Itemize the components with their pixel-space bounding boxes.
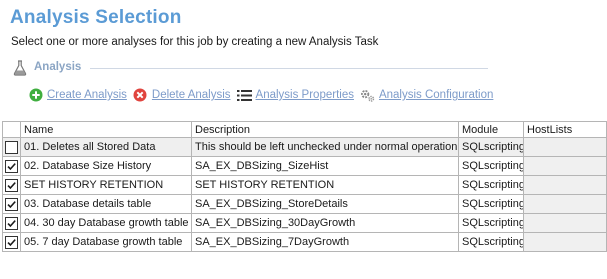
plus-circle-icon: [28, 88, 43, 103]
section-label: Analysis: [34, 61, 82, 73]
analysis-properties-label[interactable]: Analysis Properties: [256, 89, 354, 101]
gears-icon: [360, 88, 375, 103]
row-name: 05. 7 day Database growth table: [20, 232, 192, 252]
page-title: Analysis Selection: [10, 7, 182, 28]
table-row[interactable]: 02. Database Size History SA_EX_DBSizing…: [2, 156, 607, 176]
analysis-toolbar: Create Analysis Delete Analysis Analysis…: [28, 86, 499, 104]
row-checkbox[interactable]: [5, 140, 18, 154]
row-hostlists: [523, 156, 607, 176]
row-name: 03. Database details table: [20, 194, 192, 214]
row-hostlists: [523, 137, 607, 157]
analysis-configuration-button[interactable]: Analysis Configuration: [360, 88, 493, 103]
row-hostlists: [523, 213, 607, 233]
column-header-module[interactable]: Module: [458, 121, 524, 138]
row-module: SQLscripting: [458, 175, 524, 195]
row-module: SQLscripting: [458, 232, 524, 252]
row-description: SA_EX_DBSizing_7DayGrowth: [191, 232, 459, 252]
row-description: SA_EX_DBSizing_SizeHist: [191, 156, 459, 176]
section-divider: [90, 68, 488, 69]
checkmark-icon: [7, 162, 16, 170]
delete-analysis-button[interactable]: Delete Analysis: [133, 88, 231, 103]
analysis-grid: Name Description Module HostLists 01. De…: [2, 121, 607, 252]
row-module: SQLscripting: [458, 137, 524, 157]
grid-header-row: Name Description Module HostLists: [2, 121, 607, 138]
column-header-description[interactable]: Description: [191, 121, 459, 138]
row-description: SA_EX_DBSizing_StoreDetails: [191, 194, 459, 214]
table-row[interactable]: 05. 7 day Database growth table SA_EX_DB…: [2, 232, 607, 252]
row-hostlists: [523, 232, 607, 252]
row-checkbox[interactable]: [5, 197, 18, 211]
table-row[interactable]: 01. Deletes all Stored Data This should …: [2, 137, 607, 157]
table-row[interactable]: 03. Database details table SA_EX_DBSizin…: [2, 194, 607, 214]
row-hostlists: [523, 175, 607, 195]
column-header-hostlists[interactable]: HostLists: [523, 121, 607, 138]
checkmark-icon: [7, 238, 16, 246]
checkmark-icon: [7, 181, 16, 189]
row-module: SQLscripting: [458, 213, 524, 233]
create-analysis-button[interactable]: Create Analysis: [28, 88, 127, 103]
row-checkbox[interactable]: [5, 178, 18, 192]
row-checkbox[interactable]: [5, 159, 18, 173]
create-analysis-label[interactable]: Create Analysis: [47, 89, 127, 101]
row-module: SQLscripting: [458, 156, 524, 176]
checkmark-icon: [7, 200, 16, 208]
row-checkbox[interactable]: [5, 216, 18, 230]
row-name: 04. 30 day Database growth table: [20, 213, 192, 233]
analysis-section-header: Analysis: [12, 58, 488, 78]
row-name: SET HISTORY RETENTION: [20, 175, 192, 195]
row-description: SET HISTORY RETENTION: [191, 175, 459, 195]
header-checkbox-cell: [2, 121, 21, 138]
analysis-properties-button[interactable]: Analysis Properties: [236, 88, 354, 103]
analysis-configuration-label[interactable]: Analysis Configuration: [379, 89, 493, 101]
column-header-name[interactable]: Name: [20, 121, 192, 138]
row-description: SA_EX_DBSizing_30DayGrowth: [191, 213, 459, 233]
row-name: 02. Database Size History: [20, 156, 192, 176]
list-icon: [236, 88, 252, 103]
row-module: SQLscripting: [458, 194, 524, 214]
row-name: 01. Deletes all Stored Data: [20, 137, 192, 157]
checkmark-icon: [7, 219, 16, 227]
flask-icon: [12, 60, 28, 76]
delete-analysis-label[interactable]: Delete Analysis: [152, 89, 231, 101]
row-description: This should be left unchecked under norm…: [191, 137, 459, 157]
row-checkbox[interactable]: [5, 235, 18, 249]
page-subtitle: Select one or more analyses for this job…: [11, 36, 379, 48]
table-row[interactable]: SET HISTORY RETENTION SET HISTORY RETENT…: [2, 175, 607, 195]
x-circle-icon: [133, 88, 148, 103]
table-row[interactable]: 04. 30 day Database growth table SA_EX_D…: [2, 213, 607, 233]
row-hostlists: [523, 194, 607, 214]
